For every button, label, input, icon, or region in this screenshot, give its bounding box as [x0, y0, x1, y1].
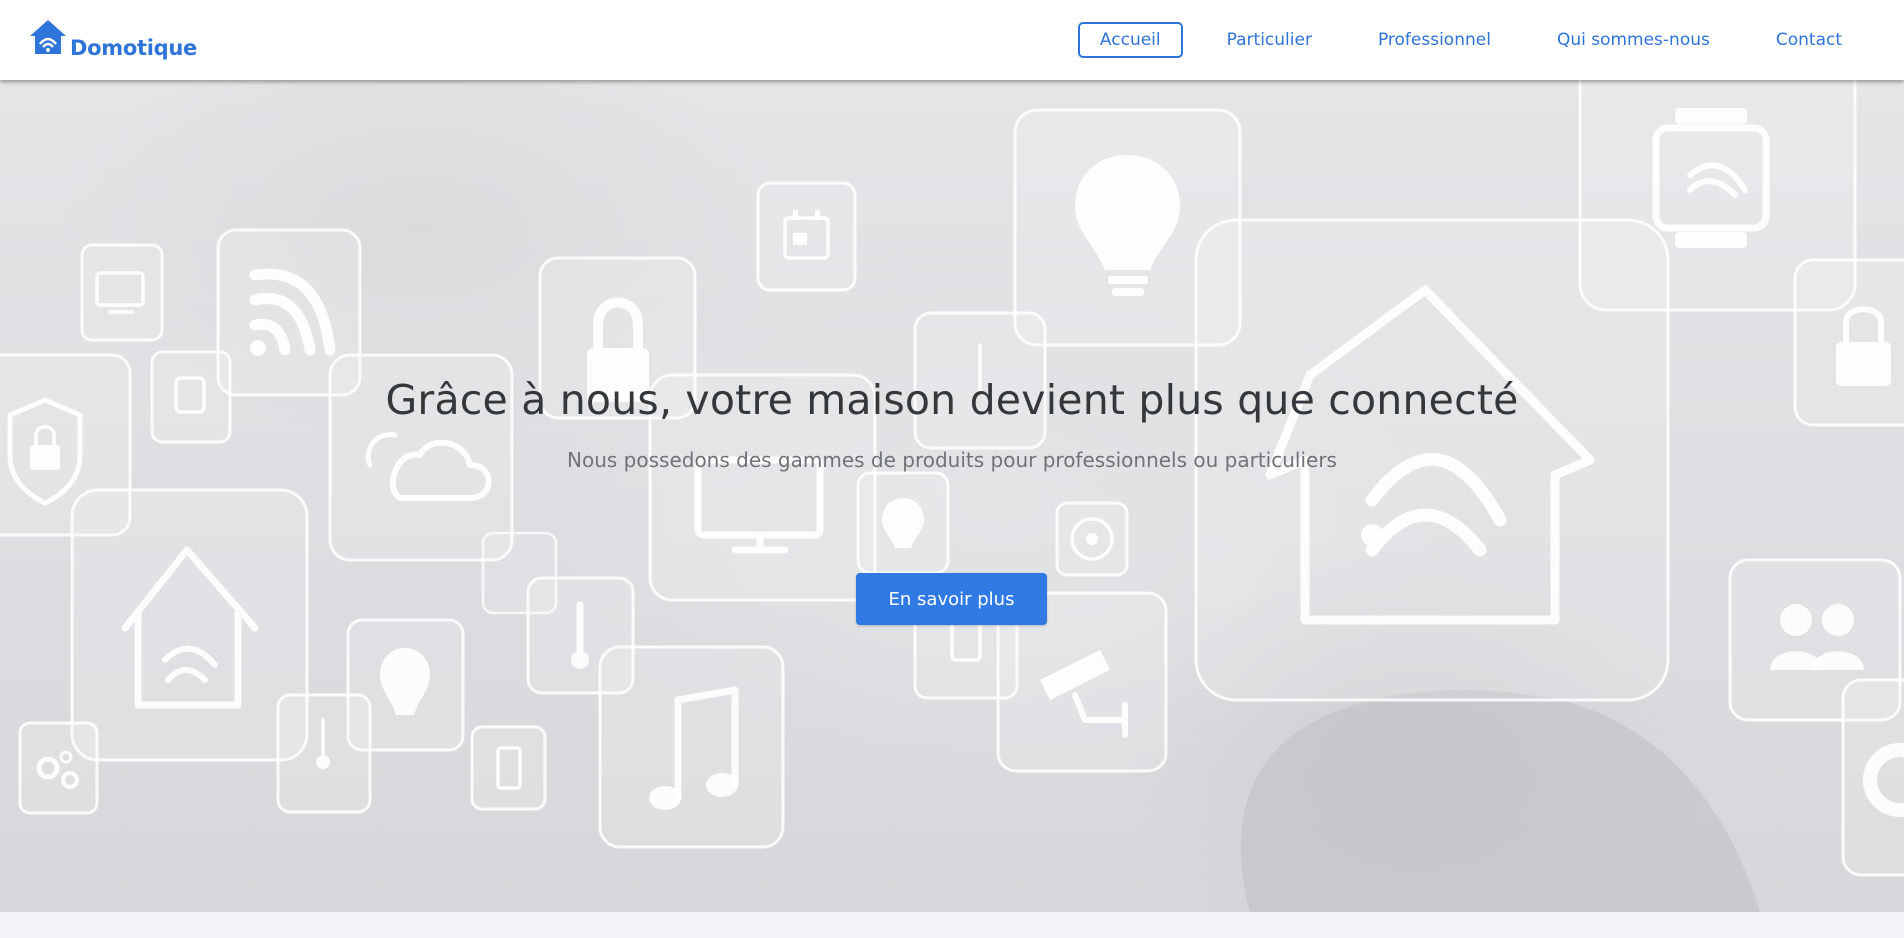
nav-item-professionnel[interactable]: Professionnel: [1356, 22, 1513, 58]
site-header: Domotique Accueil Particulier Profession…: [0, 0, 1904, 80]
lightbulb-icon: [856, 471, 950, 575]
music-note-icon: [598, 645, 785, 849]
nav-item-qui-sommes-nous[interactable]: Qui sommes-nous: [1535, 22, 1732, 58]
gears-icon: [18, 721, 99, 815]
fan-icon: [1055, 501, 1129, 577]
hero-subtitle: Nous possedons des gammes de produits po…: [567, 448, 1337, 472]
calendar-icon: [756, 181, 857, 292]
tv-icon: [80, 243, 164, 342]
phone-icon: [470, 725, 547, 811]
nav-item-particulier[interactable]: Particulier: [1205, 22, 1334, 58]
house-wifi-icon: [28, 18, 68, 60]
brand-name: Domotique: [70, 36, 197, 60]
page-bottom-strip: [0, 912, 1904, 938]
gear-icon: [1841, 678, 1904, 877]
lightbulb-icon: [1013, 108, 1242, 347]
learn-more-button[interactable]: En savoir plus: [856, 573, 1047, 625]
house-wifi-icon: [70, 488, 309, 762]
hero-section: .tile { fill: rgba(255,255,255,0.16); st…: [0, 80, 1904, 912]
brand-logo[interactable]: Domotique: [28, 20, 197, 60]
nav-item-contact[interactable]: Contact: [1754, 22, 1864, 58]
hero-title: Grâce à nous, votre maison devient plus …: [385, 376, 1519, 424]
thermometer-icon: [276, 693, 372, 814]
hero-background-art: .tile { fill: rgba(255,255,255,0.16); st…: [0, 80, 1904, 912]
nav-item-accueil[interactable]: Accueil: [1077, 22, 1183, 58]
main-nav: Accueil Particulier Professionnel Qui so…: [1077, 22, 1864, 58]
